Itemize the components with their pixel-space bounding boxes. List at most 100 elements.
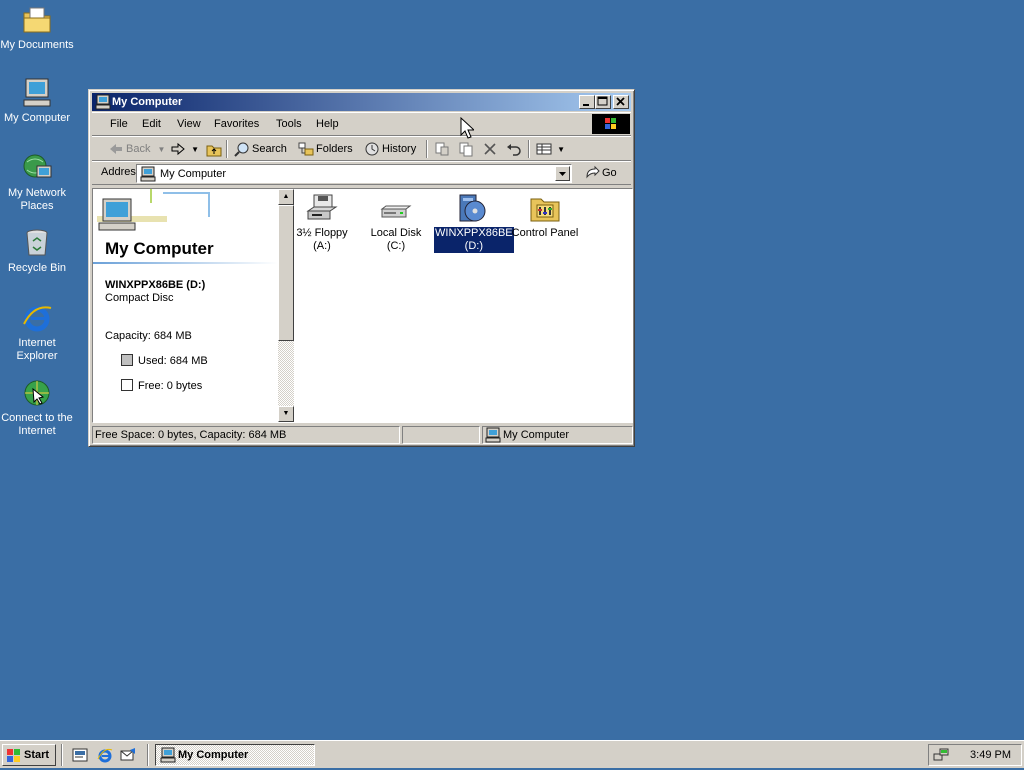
desktop-icon-connect-internet[interactable]: Connect to the Internet: [0, 377, 74, 438]
recycle-bin-icon: [21, 227, 53, 259]
views-icon: [536, 141, 552, 157]
internet-explorer-icon[interactable]: [97, 747, 113, 766]
free-legend-swatch: [121, 379, 133, 391]
selected-item-type: Compact Disc: [105, 292, 174, 304]
computer-icon: [21, 77, 53, 109]
taskbar-separator: [61, 744, 63, 766]
item-label: Local Disk (C:): [370, 227, 422, 252]
info-pane: My Computer WINXPPX86BE (D:) Compact Dis…: [93, 189, 278, 422]
network-connection-icon[interactable]: [933, 747, 949, 770]
content-area: My Computer WINXPPX86BE (D:) Compact Dis…: [92, 188, 633, 423]
start-button[interactable]: Start: [2, 744, 56, 766]
status-zone: My Computer: [482, 426, 633, 444]
menu-file[interactable]: File: [110, 118, 128, 130]
free-text: Free: 0 bytes: [138, 380, 203, 392]
info-pane-banner-icon: [93, 189, 213, 239]
taskbar-button-my-computer[interactable]: My Computer: [155, 744, 315, 766]
address-value: My Computer: [160, 168, 227, 180]
desktop-icon-label: My Network Places: [7, 187, 67, 212]
minimize-button[interactable]: [579, 95, 595, 109]
outlook-express-icon[interactable]: [120, 747, 136, 766]
taskbar-separator: [147, 744, 149, 766]
search-button[interactable]: Search: [234, 140, 287, 158]
system-tray: 3:49 PM: [928, 744, 1022, 766]
item-local-disk[interactable]: Local Disk (C:): [359, 193, 433, 253]
used-legend-swatch: [121, 354, 133, 366]
floppy-drive-icon: [306, 193, 338, 225]
desktop-icon-my-computer[interactable]: My Computer: [0, 77, 74, 125]
my-computer-window[interactable]: My Computer File Edit View Favorites Too…: [88, 89, 635, 447]
windows-logo-icon: [592, 114, 630, 134]
title-bar[interactable]: My Computer: [92, 93, 631, 111]
maximize-button[interactable]: [595, 95, 611, 109]
menu-favorites[interactable]: Favorites: [214, 118, 259, 130]
connect-internet-icon: [21, 377, 53, 409]
chevron-down-icon: ▼: [157, 145, 166, 154]
chevron-down-icon: ▼: [557, 145, 565, 154]
folders-button[interactable]: Folders: [298, 140, 353, 158]
history-button[interactable]: History: [364, 140, 416, 158]
desktop-icon-label: My Documents: [0, 39, 74, 51]
undo-button[interactable]: [506, 140, 524, 158]
menu-tools[interactable]: Tools: [276, 118, 302, 130]
chevron-down-icon: ▼: [191, 145, 199, 154]
menu-view[interactable]: View: [177, 118, 201, 130]
windows-logo-icon: [6, 747, 22, 770]
menu-bar: File Edit View Favorites Tools Help: [92, 112, 631, 136]
up-folder-icon: [206, 141, 222, 157]
standard-toolbar: Back ▼ ▼ Search Folders History ▼: [92, 136, 631, 161]
network-places-icon: [21, 152, 53, 184]
address-input[interactable]: My Computer: [136, 164, 572, 183]
back-arrow-icon: [108, 141, 124, 157]
show-desktop-icon[interactable]: [72, 747, 88, 766]
copy-to-icon: [458, 141, 474, 157]
folder-documents-icon: [21, 4, 53, 36]
item-label: Control Panel: [511, 227, 579, 239]
search-icon: [234, 141, 250, 157]
desktop-icon-my-network-places[interactable]: My Network Places: [0, 152, 74, 213]
up-folder-button[interactable]: [206, 140, 224, 158]
go-button[interactable]: Go: [584, 164, 617, 182]
delete-icon: [482, 141, 498, 157]
move-to-button[interactable]: [434, 140, 452, 158]
item-control-panel[interactable]: Control Panel: [508, 193, 582, 240]
desktop-icon-label: Internet Explorer: [16, 337, 58, 362]
close-button[interactable]: [613, 95, 629, 109]
copy-to-button[interactable]: [458, 140, 476, 158]
scroll-down-button[interactable]: ▼: [278, 406, 294, 422]
item-floppy-drive[interactable]: 3½ Floppy (A:): [285, 193, 359, 253]
desktop-icon-label: My Computer: [3, 112, 71, 124]
desktop-icon-internet-explorer[interactable]: Internet Explorer: [0, 302, 74, 363]
desktop-icon-my-documents[interactable]: My Documents: [0, 4, 74, 52]
menu-edit[interactable]: Edit: [142, 118, 161, 130]
selected-item-name: WINXPPX86BE (D:): [105, 279, 206, 291]
toolbar-separator: [528, 140, 530, 158]
desktop-icon-label: Recycle Bin: [7, 262, 67, 274]
mouse-cursor-icon: [460, 116, 476, 142]
views-button[interactable]: ▼: [536, 140, 565, 158]
menu-help[interactable]: Help: [316, 118, 339, 130]
move-to-icon: [434, 141, 450, 157]
delete-button[interactable]: [482, 140, 500, 158]
status-zone-label: My Computer: [503, 429, 570, 441]
back-button[interactable]: Back ▼: [108, 140, 165, 158]
status-text-middle: [402, 426, 480, 444]
item-label: 3½ Floppy (A:): [296, 227, 348, 252]
item-cd-drive[interactable]: WINXPPX86BE (D:): [434, 193, 514, 253]
hard-disk-icon: [380, 193, 412, 225]
clock[interactable]: 3:49 PM: [970, 745, 1011, 765]
undo-icon: [506, 141, 522, 157]
address-bar: Address My Computer Go: [92, 161, 631, 185]
history-icon: [364, 141, 380, 157]
status-text-main: Free Space: 0 bytes, Capacity: 684 MB: [92, 426, 400, 444]
item-label: WINXPPX86BE (D:): [434, 227, 514, 253]
go-arrow-icon: [584, 165, 600, 181]
desktop-icon-recycle-bin[interactable]: Recycle Bin: [0, 227, 74, 275]
heading-divider: [93, 262, 278, 264]
address-dropdown-button[interactable]: [555, 166, 570, 181]
computer-icon: [140, 166, 156, 185]
forward-button[interactable]: ▼: [170, 140, 199, 158]
internet-explorer-icon: [21, 302, 53, 334]
info-pane-heading: My Computer: [105, 239, 214, 258]
toolbar-separator: [426, 140, 428, 158]
